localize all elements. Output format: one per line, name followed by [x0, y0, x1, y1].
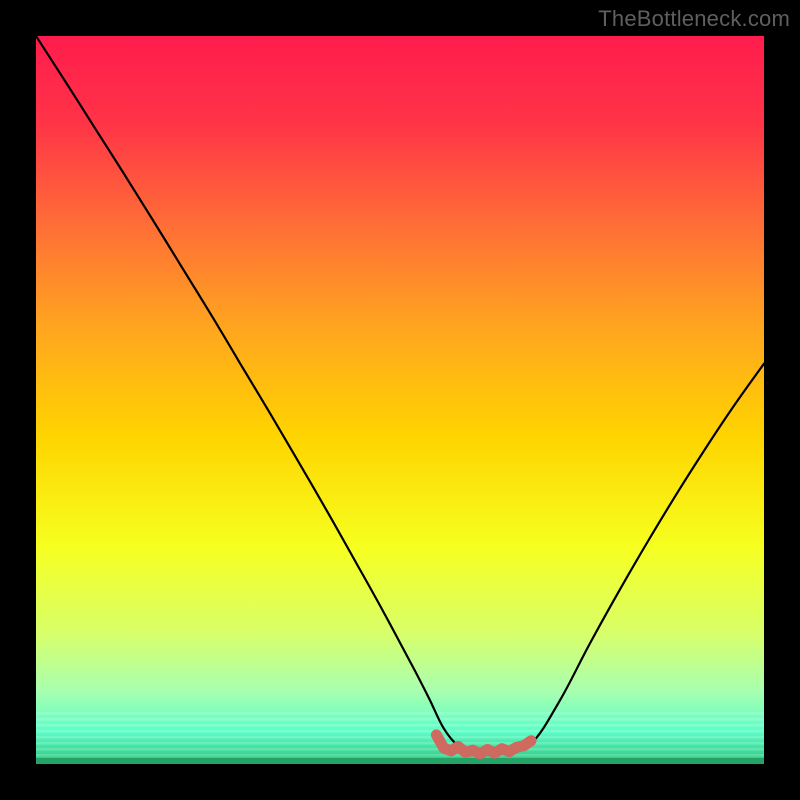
bottom-stripe: [36, 712, 764, 715]
watermark-text: TheBottleneck.com: [598, 6, 790, 32]
bottom-stripe: [36, 718, 764, 721]
bottom-stripe: [36, 730, 764, 733]
gradient-background: [36, 36, 764, 764]
baseline-strip: [36, 758, 764, 764]
bottom-stripe: [36, 736, 764, 739]
chart-frame: TheBottleneck.com: [0, 0, 800, 800]
bottom-stripe: [36, 754, 764, 757]
plot-area: [36, 36, 764, 764]
bottom-stripe: [36, 748, 764, 751]
chart-svg: [36, 36, 764, 764]
bottom-stripe: [36, 742, 764, 745]
bottom-stripe: [36, 724, 764, 727]
